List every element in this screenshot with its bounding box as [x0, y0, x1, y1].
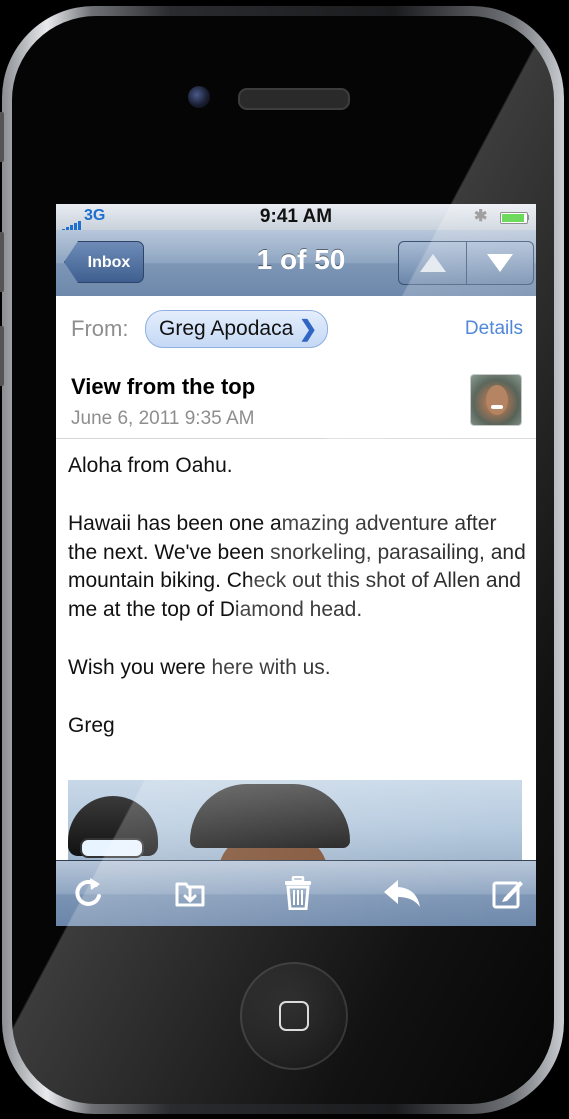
next-message-button[interactable]	[466, 242, 533, 284]
body-paragraph: Hawaii has been one amazing adventure af…	[68, 511, 526, 622]
subject-row: View from the top June 6, 2011 9:35 AM	[56, 362, 536, 439]
sender-chip[interactable]: Greg Apodaca ❯	[145, 310, 329, 348]
sender-name: Greg Apodaca	[159, 317, 294, 340]
message-body: Aloha from Oahu. Hawaii has been one ama…	[68, 452, 528, 770]
details-link[interactable]: Details	[465, 318, 523, 340]
earpiece-speaker	[238, 88, 350, 110]
reply-icon[interactable]	[382, 873, 422, 913]
home-square-icon	[279, 1001, 309, 1031]
attached-photo[interactable]	[68, 780, 522, 860]
body-paragraph: Greg	[68, 713, 115, 737]
volume-up-button[interactable]	[0, 232, 4, 292]
message-subject: View from the top	[71, 374, 256, 399]
from-label: From:	[71, 316, 129, 341]
compose-icon[interactable]	[488, 873, 528, 913]
trash-icon[interactable]	[278, 873, 318, 913]
front-camera	[188, 86, 210, 108]
home-button[interactable]	[240, 962, 348, 1070]
status-bar: 3G 9:41 AM ✱	[56, 204, 536, 233]
message-date: June 6, 2011 9:35 AM	[71, 408, 255, 429]
navigation-bar: Inbox 1 of 50	[56, 230, 536, 297]
photo-helmet-right	[190, 784, 350, 848]
phone-screen: 3G 9:41 AM ✱ Inbox 1 of 50 From: Greg Ap…	[56, 204, 536, 926]
from-row: From: Greg Apodaca ❯ Details	[56, 296, 536, 363]
message-counter: 1 of 50	[256, 244, 346, 275]
move-to-folder-icon[interactable]	[170, 873, 210, 913]
down-arrow-icon	[486, 254, 513, 272]
message-navigation-control	[398, 241, 534, 285]
battery-tip	[527, 215, 529, 220]
refresh-icon[interactable]	[68, 873, 108, 913]
photo-goggles	[80, 838, 144, 858]
chevron-right-icon: ❯	[298, 316, 318, 341]
previous-message-button[interactable]	[399, 242, 467, 284]
inbox-back-button[interactable]: Inbox	[64, 241, 144, 283]
body-paragraph: Wish you were here with us.	[68, 655, 331, 679]
battery-icon	[500, 212, 528, 224]
status-time: 9:41 AM	[259, 206, 333, 227]
volume-down-button[interactable]	[0, 326, 4, 386]
bluetooth-icon: ✱	[474, 208, 488, 225]
bottom-toolbar	[56, 860, 536, 926]
body-paragraph: Aloha from Oahu.	[68, 454, 233, 477]
up-arrow-icon	[419, 254, 446, 272]
mute-switch[interactable]	[0, 112, 4, 162]
sender-avatar[interactable]	[470, 374, 522, 426]
